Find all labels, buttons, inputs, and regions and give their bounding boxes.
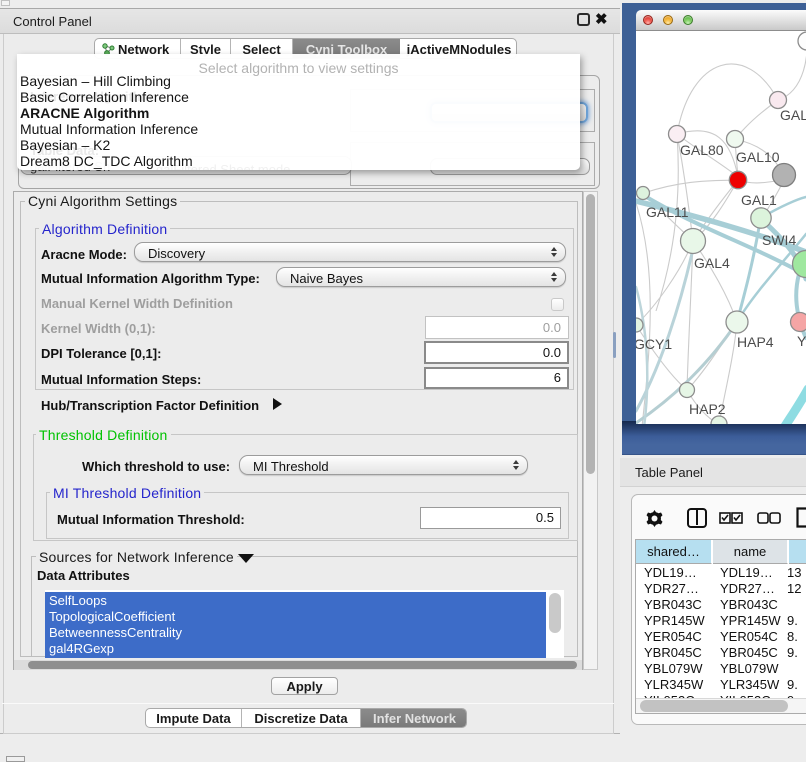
svg-text:GCY1: GCY1 <box>636 336 672 352</box>
svg-text:Y: Y <box>797 333 806 349</box>
svg-text:GAL80: GAL80 <box>680 142 724 158</box>
svg-text:GAL1: GAL1 <box>741 192 777 208</box>
svg-text:HAP2: HAP2 <box>689 401 726 417</box>
svg-text:GAL11: GAL11 <box>646 204 689 220</box>
svg-text:SWI4: SWI4 <box>762 232 796 248</box>
svg-text:HAP4: HAP4 <box>737 334 774 350</box>
svg-text:GAL10: GAL10 <box>736 149 780 165</box>
svg-text:GAL4: GAL4 <box>694 255 730 271</box>
svg-text:GAL: GAL <box>780 107 806 123</box>
